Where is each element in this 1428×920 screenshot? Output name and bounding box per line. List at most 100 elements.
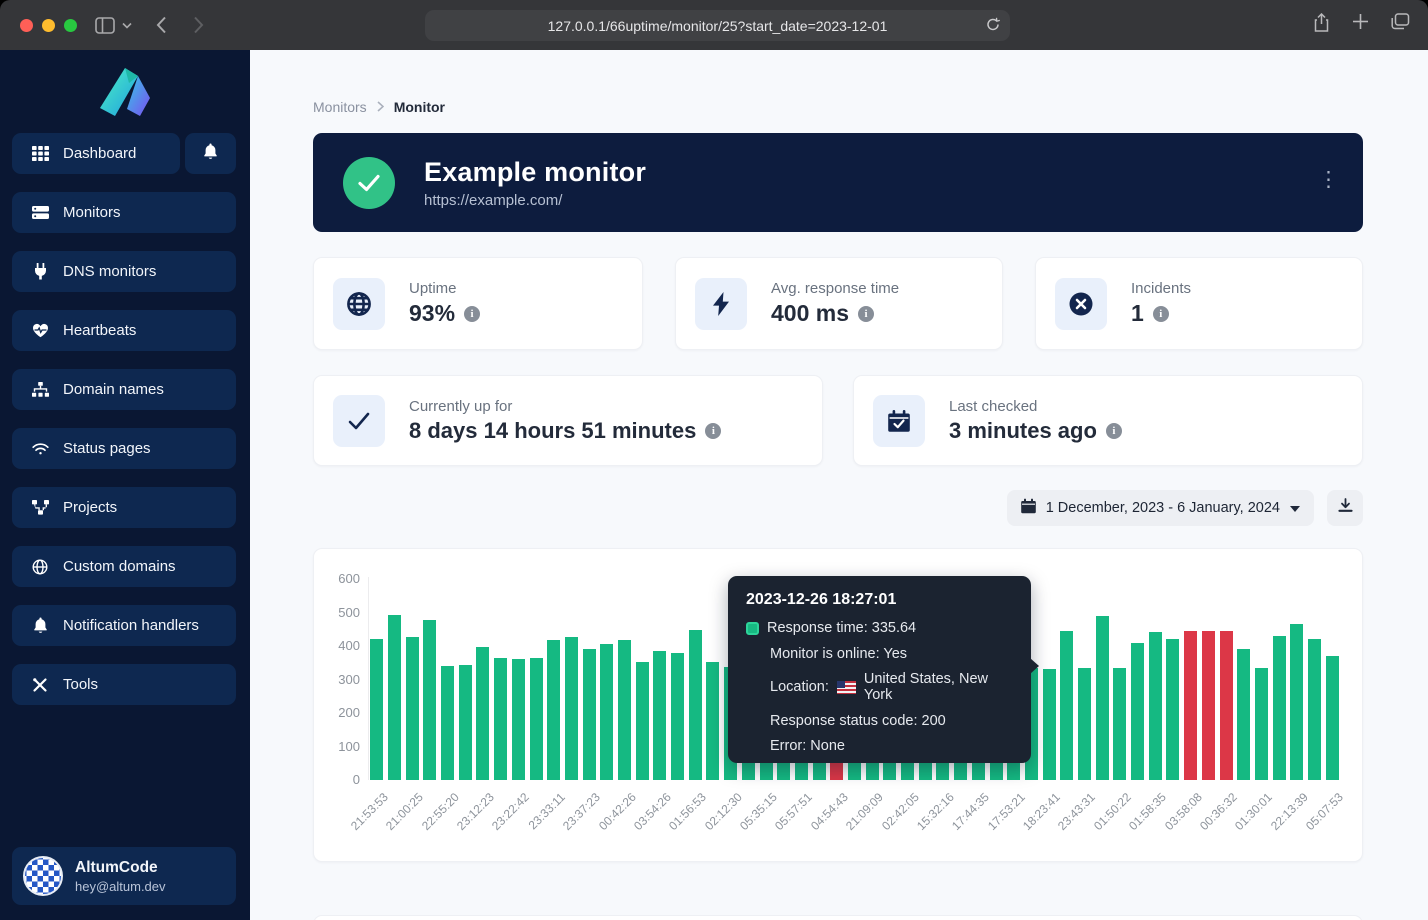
last-checked-card: Last checked 3 minutes ago i [853,375,1363,466]
sidebar-toggle-icon[interactable] [95,17,115,34]
user-account-card[interactable]: AltumCode hey@altum.dev [12,847,236,905]
stat-label: Last checked [949,398,1122,415]
chart-bar[interactable] [441,666,454,780]
sidebar-item-dns-monitors[interactable]: DNS monitors [12,251,236,292]
chart-bar[interactable] [1202,631,1215,780]
sidebar-item-custom-domains[interactable]: Custom domains [12,546,236,587]
next-section-card [313,915,1363,920]
chart-bar[interactable] [565,637,578,780]
chart-bar[interactable] [689,630,702,780]
zoom-window-button[interactable] [64,19,77,32]
sidebar-item-label: Heartbeats [63,322,136,339]
reload-icon[interactable] [986,17,1000,35]
chart-bar[interactable] [1237,649,1250,780]
chevron-down-icon[interactable] [122,22,132,29]
main-content: Monitors Monitor Example monitor https:/… [250,50,1428,920]
y-axis-tick-label: 500 [320,605,360,620]
chart-bar[interactable] [1255,668,1268,780]
chart-bar[interactable] [1096,616,1109,780]
tools-icon [31,676,49,694]
us-flag-icon [837,681,856,694]
chart-bar[interactable] [1078,668,1091,780]
info-icon[interactable]: i [705,423,721,439]
chart-bar[interactable] [423,620,436,780]
sidebar-item-tools[interactable]: Tools [12,664,236,705]
chart-bar[interactable] [636,662,649,780]
chart-bar[interactable] [1166,639,1179,780]
sidebar-item-domain-names[interactable]: Domain names [12,369,236,410]
chart-bar[interactable] [1149,632,1162,780]
sidebar-item-notification-handlers[interactable]: Notification handlers [12,605,236,646]
sidebar-item-projects[interactable]: Projects [12,487,236,528]
chart-bar[interactable] [1184,631,1197,780]
chart-bar[interactable] [1290,624,1303,780]
chart-bar[interactable] [583,649,596,780]
chart-bar[interactable] [1113,668,1126,780]
info-icon[interactable]: i [464,306,480,322]
sidebar-item-label: Projects [63,499,117,516]
date-range-label: 1 December, 2023 - 6 January, 2024 [1046,500,1280,516]
chart-bar[interactable] [1131,643,1144,780]
sidebar-item-status-pages[interactable]: Status pages [12,428,236,469]
download-button[interactable] [1327,490,1363,526]
chart-bar[interactable] [600,644,613,780]
sidebar-item-dashboard[interactable]: Dashboard [12,133,180,174]
y-axis-tick-label: 300 [320,672,360,687]
chart-bar[interactable] [494,658,507,780]
address-bar[interactable]: 127.0.0.1/66uptime/monitor/25?start_date… [425,10,1010,41]
chart-bar[interactable] [1326,656,1339,780]
sidebar-item-monitors[interactable]: Monitors [12,192,236,233]
chart-bar[interactable] [476,647,489,780]
chart-bar[interactable] [706,662,719,780]
info-icon[interactable]: i [1106,423,1122,439]
tooltip-status-code: Response status code: 200 [770,713,946,729]
chart-bar[interactable] [1273,636,1286,780]
sidebar-item-label: Notification handlers [63,617,199,634]
stat-value: 400 ms [771,300,849,327]
chart-bar[interactable] [406,637,419,780]
tab-overview-icon[interactable] [1391,13,1410,38]
chart-bar[interactable] [370,639,383,780]
globe-icon [333,278,385,330]
stat-label: Currently up for [409,398,721,415]
breadcrumb-monitors-link[interactable]: Monitors [313,99,367,115]
share-icon[interactable] [1313,13,1330,38]
chart-bar[interactable] [618,640,631,780]
calendar-icon [1021,498,1036,518]
stat-value: 8 days 14 hours 51 minutes [409,418,696,444]
date-range-picker[interactable]: 1 December, 2023 - 6 January, 2024 [1007,490,1314,526]
monitor-title: Example monitor [424,157,646,188]
stat-label: Uptime [409,280,480,297]
sidebar: Dashboard Monitors [0,50,250,920]
back-button[interactable] [156,16,167,34]
sidebar-item-heartbeats[interactable]: Heartbeats [12,310,236,351]
chart-bar[interactable] [530,658,543,780]
notifications-bell-button[interactable] [185,133,236,174]
chart-bar[interactable] [388,615,401,780]
sidebar-item-label: Monitors [63,204,121,221]
forward-button[interactable] [193,16,204,34]
kebab-menu-icon[interactable]: ⋮ [1318,169,1339,190]
chart-bar[interactable] [1308,639,1321,780]
bolt-icon [695,278,747,330]
info-icon[interactable]: i [1153,306,1169,322]
tooltip-location-label: Location: [770,679,829,695]
grid-icon [31,145,49,163]
chart-bar[interactable] [1060,631,1073,780]
user-email: hey@altum.dev [75,879,166,894]
new-tab-icon[interactable] [1352,13,1369,38]
server-icon [31,204,49,222]
close-window-button[interactable] [20,19,33,32]
chart-bar[interactable] [1220,631,1233,780]
chart-bar[interactable] [547,640,560,780]
minimize-window-button[interactable] [42,19,55,32]
plug-icon [31,263,49,281]
info-icon[interactable]: i [858,306,874,322]
chart-bar[interactable] [671,653,684,780]
chart-bar[interactable] [1043,669,1056,780]
chart-bar[interactable] [512,659,525,780]
chart-bar[interactable] [459,665,472,780]
chart-bar[interactable] [653,651,666,780]
x-circle-icon [1055,278,1107,330]
caret-down-icon [1290,500,1300,516]
